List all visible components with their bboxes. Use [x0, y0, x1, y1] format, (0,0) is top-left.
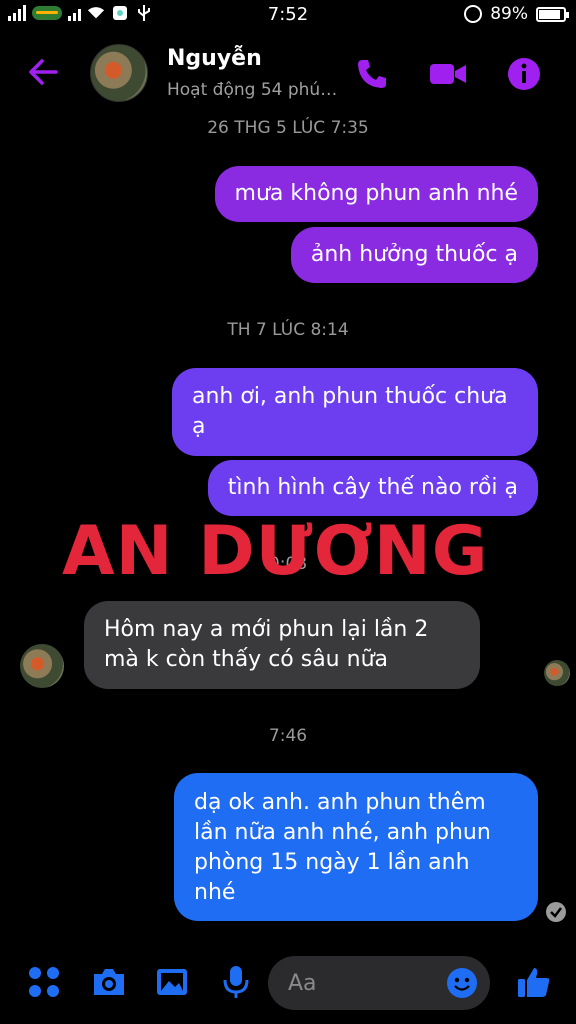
message-bubble-sent[interactable]: anh ơi, anh phun thuốc chưa ạ	[172, 368, 538, 456]
alarm-icon	[464, 5, 483, 23]
timestamp: 7:46	[268, 726, 308, 746]
message-bubble-sent[interactable]: tình hình cây thế nào rồi ạ	[207, 460, 538, 516]
camera-icon[interactable]	[90, 964, 126, 1000]
status-right: 89%	[464, 4, 569, 24]
microphone-icon[interactable]	[218, 964, 254, 1000]
delivered-check-icon	[546, 902, 566, 922]
chat-header: Nguyễn Hoạt động 54 phú…	[0, 32, 576, 116]
contact-name[interactable]: Nguyễn	[167, 46, 262, 71]
back-arrow-icon[interactable]	[24, 52, 64, 92]
timestamp: 26 THG 5 LÚC 7:35	[207, 118, 369, 138]
gallery-icon[interactable]	[154, 964, 190, 1000]
bottom-bar	[0, 950, 576, 1024]
message-bubble-sent[interactable]: dạ ok anh. anh phun thêm lần nữa anh nhé…	[174, 773, 538, 921]
status-bar: 7:52 89%	[0, 0, 576, 30]
battery-icon	[536, 6, 569, 22]
info-icon[interactable]	[506, 56, 542, 92]
message-bubble-sent[interactable]: ảnh hưởng thuốc ạ	[290, 227, 538, 283]
watermark-text: AN DƯƠNG	[62, 512, 489, 591]
contact-avatar[interactable]	[90, 44, 148, 102]
message-composer[interactable]	[268, 956, 490, 1010]
apps-icon[interactable]	[26, 964, 62, 1000]
message-bubble-sent[interactable]: mưa không phun anh nhé	[214, 166, 538, 222]
contact-avatar-small[interactable]	[20, 644, 64, 688]
phone-icon[interactable]	[354, 56, 390, 92]
read-receipt-avatar	[544, 660, 570, 686]
video-icon[interactable]	[428, 56, 466, 92]
message-input[interactable]	[288, 966, 438, 1000]
timestamp: TH 7 LÚC 8:14	[227, 320, 349, 340]
emoji-icon[interactable]	[446, 967, 478, 999]
thumbs-up-icon[interactable]	[516, 964, 552, 1000]
battery-percent: 89%	[490, 4, 528, 24]
contact-activity: Hoạt động 54 phú…	[167, 80, 338, 100]
message-bubble-received[interactable]: Hôm nay a mới phun lại lần 2 mà k còn th…	[84, 601, 480, 689]
